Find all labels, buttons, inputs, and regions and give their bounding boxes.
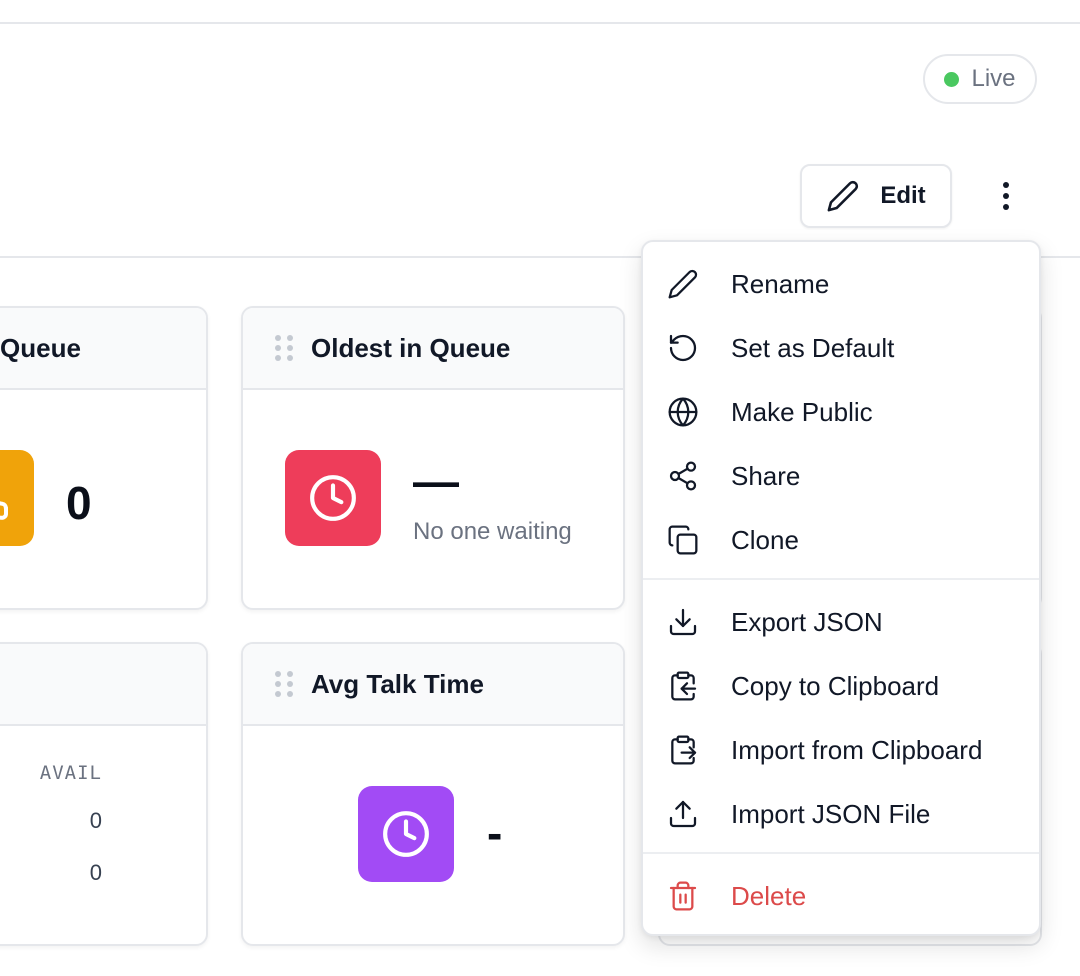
more-options-button[interactable]	[986, 176, 1026, 216]
menu-item-label: Share	[731, 460, 801, 491]
globe-icon	[668, 397, 698, 427]
widget-title: Queue	[0, 332, 81, 363]
pencil-icon	[668, 269, 698, 299]
menu-item-rename[interactable]: Rename	[643, 252, 1039, 316]
widget-header[interactable]: Avg Talk Time	[243, 644, 623, 726]
clock-icon	[310, 475, 356, 521]
download-icon	[669, 608, 697, 636]
menu-item-clone[interactable]: Clone	[643, 508, 1039, 572]
avail-value: 0	[89, 860, 102, 885]
menu-item-label: Delete	[731, 880, 807, 911]
oldest-tile	[285, 450, 381, 546]
live-label: Live	[971, 65, 1016, 92]
menu-item-label: Set as Default	[731, 332, 895, 363]
widget-header[interactable]: Oldest in Queue	[243, 308, 623, 390]
menu-item-delete[interactable]: Delete	[643, 864, 1039, 928]
avail-value: 0	[89, 808, 102, 833]
menu-item-set-as-default[interactable]: Set as Default	[643, 316, 1039, 380]
menu-divider	[643, 852, 1039, 854]
kebab-dot-icon	[1003, 204, 1009, 210]
kebab-dot-icon	[1003, 193, 1009, 199]
menu-item-label: Import from Clipboard	[731, 734, 983, 765]
menu-item-share[interactable]: Share	[643, 444, 1039, 508]
menu-item-label: Copy to Clipboard	[731, 670, 940, 701]
clipboard-copy-icon	[671, 671, 697, 701]
rotate-ccw-icon	[669, 334, 697, 362]
widget-avg-talk-time: Avg Talk Time -	[241, 642, 625, 946]
widget-title: Avg Talk Time	[311, 668, 484, 699]
copy-icon	[668, 525, 698, 555]
widget-header[interactable]	[0, 644, 206, 726]
widget-queue: Queue 0	[0, 306, 208, 610]
menu-item-label: Export JSON	[731, 606, 883, 637]
menu-item-make-public[interactable]: Make Public	[643, 380, 1039, 444]
menu-item-export-json[interactable]: Export JSON	[643, 590, 1039, 654]
menu-item-label: Import JSON File	[731, 798, 931, 829]
avg-talk-tile	[358, 786, 454, 882]
menu-item-label: Make Public	[731, 396, 873, 427]
widget-oldest-in-queue: Oldest in Queue — No one waiting	[241, 306, 625, 610]
queue-tile	[0, 450, 34, 546]
clock-icon	[383, 811, 429, 857]
oldest-subtitle: No one waiting	[413, 518, 572, 545]
menu-divider	[643, 578, 1039, 580]
phone-icon	[0, 501, 9, 520]
edit-button-label: Edit	[880, 182, 926, 209]
oldest-value: —	[413, 455, 459, 507]
top-divider	[0, 22, 1080, 24]
avail-column-header: AVAIL	[39, 762, 102, 784]
queue-value: 0	[66, 477, 92, 529]
kebab-dot-icon	[1003, 182, 1009, 188]
drag-handle-icon[interactable]	[275, 335, 293, 361]
edit-button[interactable]: Edit	[800, 164, 952, 228]
widget-header[interactable]: Queue	[0, 308, 206, 390]
share-icon	[669, 461, 697, 491]
menu-item-import-json-file[interactable]: Import JSON File	[643, 782, 1039, 846]
widget-title: Oldest in Queue	[311, 332, 511, 363]
menu-item-label: Rename	[731, 268, 830, 299]
dashboard-options-menu: Rename Set as Default Make Public Share …	[641, 240, 1041, 936]
trash-icon	[669, 881, 697, 911]
widget-agents: AVAIL 0 0	[0, 642, 208, 946]
upload-icon	[669, 800, 697, 828]
pencil-icon	[827, 180, 859, 212]
clipboard-paste-icon	[671, 735, 697, 765]
avg-talk-value: -	[487, 807, 503, 859]
live-status-badge: Live	[923, 54, 1037, 104]
menu-item-import-from-clipboard[interactable]: Import from Clipboard	[643, 718, 1039, 782]
drag-handle-icon[interactable]	[275, 671, 293, 697]
menu-item-label: Clone	[731, 524, 799, 555]
menu-item-copy-to-clipboard[interactable]: Copy to Clipboard	[643, 654, 1039, 718]
live-dot-icon	[944, 71, 960, 87]
